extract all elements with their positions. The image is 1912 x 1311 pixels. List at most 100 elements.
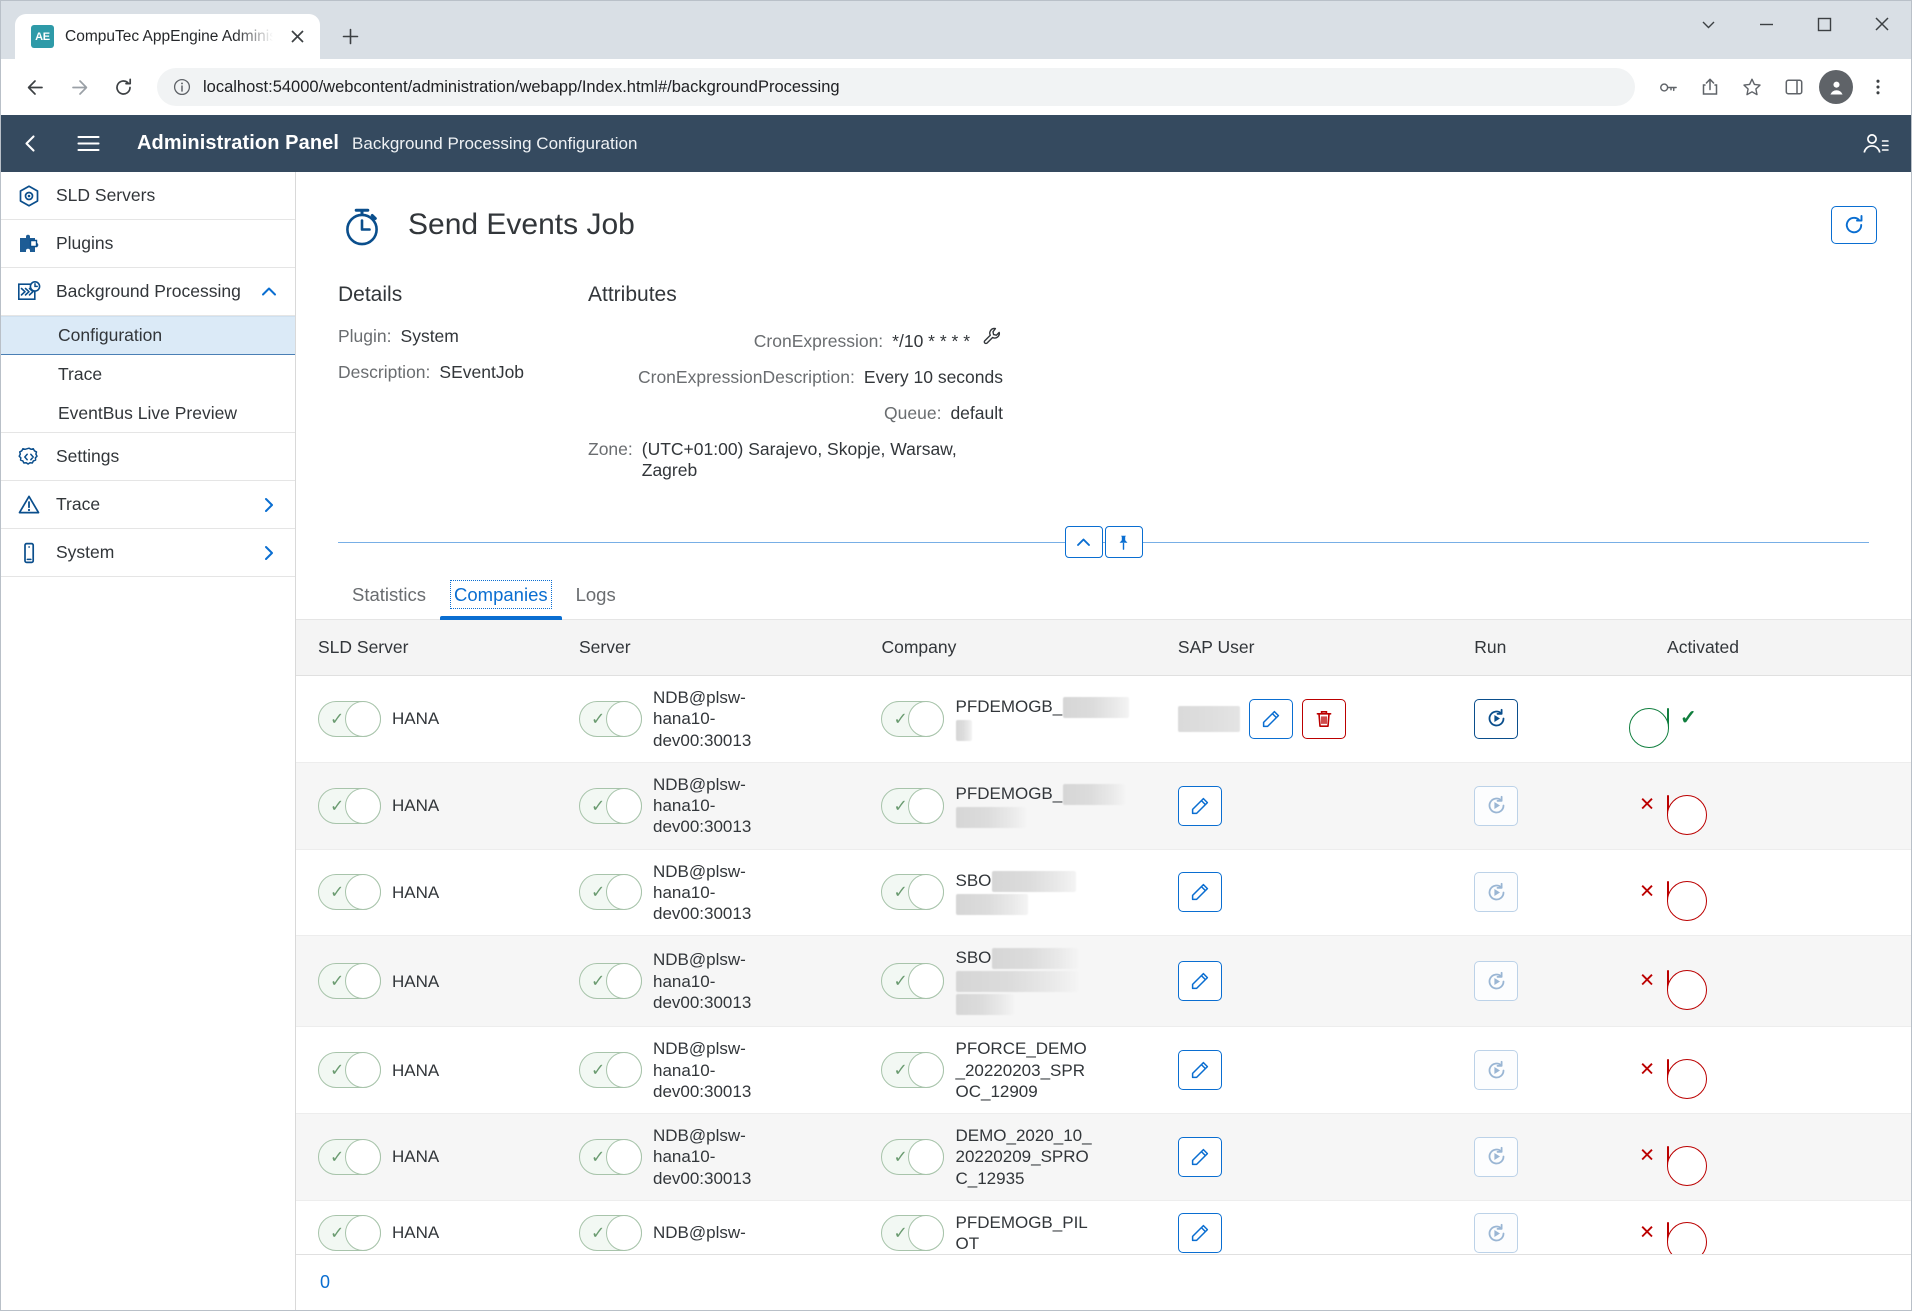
table-row[interactable]: ✓ HANA ✓ NDB@plsw-hana10-dev00:30013: [296, 676, 1911, 763]
edit-button[interactable]: [1178, 1213, 1222, 1253]
sidebar-item-system[interactable]: System: [1, 529, 295, 577]
hamburger-icon[interactable]: [59, 115, 117, 172]
key-icon[interactable]: [1649, 68, 1687, 106]
activated-toggle[interactable]: ✕: [1667, 970, 1669, 991]
run-button[interactable]: [1474, 1050, 1518, 1090]
activated-toggle[interactable]: ✕: [1667, 795, 1669, 816]
sidebar-item-background-processing[interactable]: Background Processing: [1, 268, 295, 316]
tab-title: CompuTec AppEngine Administra: [65, 28, 273, 46]
table-row[interactable]: ✓ HANA ✓ NDB@plsw-hana10-dev00:30013: [296, 936, 1911, 1027]
sidebar-item-plugins[interactable]: Plugins: [1, 220, 295, 268]
run-button[interactable]: [1474, 872, 1518, 912]
star-icon[interactable]: [1733, 68, 1771, 106]
profile-icon[interactable]: [1819, 70, 1853, 104]
wrench-icon[interactable]: [982, 326, 1003, 347]
company-toggle[interactable]: ✓: [881, 1052, 944, 1088]
tab-companies[interactable]: Companies: [440, 584, 562, 619]
sidebar-item-trace-sub[interactable]: Trace: [1, 355, 295, 394]
sidepanel-icon[interactable]: [1775, 68, 1813, 106]
chevron-down-icon[interactable]: [1679, 1, 1737, 47]
sidebar-item-trace[interactable]: Trace: [1, 481, 295, 529]
table-row[interactable]: ✓ HANA ✓ NDB@plsw-hana10-dev00:30013: [296, 849, 1911, 936]
app-back-icon[interactable]: [1, 115, 59, 172]
run-button[interactable]: [1474, 961, 1518, 1001]
collapse-button[interactable]: [1065, 526, 1103, 558]
run-button[interactable]: [1474, 699, 1518, 739]
user-settings-icon[interactable]: [1862, 132, 1889, 155]
edit-button[interactable]: [1249, 699, 1293, 739]
server-toggle[interactable]: ✓: [579, 1052, 642, 1088]
server-toggle[interactable]: ✓: [579, 1215, 642, 1251]
server-toggle[interactable]: ✓: [579, 701, 642, 737]
minimize-icon[interactable]: [1737, 1, 1795, 47]
company-toggle[interactable]: ✓: [881, 788, 944, 824]
chevron-right-icon[interactable]: [259, 543, 279, 563]
back-icon[interactable]: [15, 67, 55, 107]
sld-toggle[interactable]: ✓: [318, 1052, 381, 1088]
table-row[interactable]: ✓ HANA ✓ NDB@plsw-hana10-dev00:30013: [296, 1027, 1911, 1114]
browser-menu-icon[interactable]: [1859, 68, 1897, 106]
sld-toggle[interactable]: ✓: [318, 963, 381, 999]
activated-toggle[interactable]: ✕: [1667, 881, 1669, 902]
new-tab-button[interactable]: [332, 18, 368, 54]
delete-button[interactable]: [1302, 699, 1346, 739]
run-button[interactable]: [1474, 1137, 1518, 1177]
chevron-right-icon[interactable]: [259, 495, 279, 515]
table-row[interactable]: ✓ HANA ✓ NDB@plsw-hana10-dev00:30013: [296, 1114, 1911, 1201]
server-toggle[interactable]: ✓: [579, 874, 642, 910]
maximize-icon[interactable]: [1795, 1, 1853, 47]
edit-button[interactable]: [1178, 1050, 1222, 1090]
refresh-button[interactable]: [1831, 206, 1877, 244]
run-button[interactable]: [1474, 1213, 1518, 1253]
edit-button[interactable]: [1178, 872, 1222, 912]
address-bar[interactable]: localhost:54000/webcontent/administratio…: [157, 68, 1635, 106]
company-toggle[interactable]: ✓: [881, 1139, 944, 1175]
server-toggle[interactable]: ✓: [579, 788, 642, 824]
server-toggle[interactable]: ✓: [579, 1139, 642, 1175]
company-value: PFORCE_DEMO_20220203_SPROC_12909: [955, 1038, 1095, 1102]
forward-icon[interactable]: [59, 67, 99, 107]
sidebar-item-label: SLD Servers: [56, 185, 279, 206]
sidebar-item-sld-servers[interactable]: SLD Servers: [1, 172, 295, 220]
company-toggle[interactable]: ✓: [881, 1215, 944, 1251]
column-header-run[interactable]: Run: [1474, 620, 1667, 676]
table-row[interactable]: ✓ HANA ✓ NDB@plsw-hana10-dev00:30013: [296, 762, 1911, 849]
column-header-sap-user[interactable]: SAP User: [1178, 620, 1474, 676]
browser-tab[interactable]: AE CompuTec AppEngine Administra: [15, 14, 320, 59]
company-toggle[interactable]: ✓: [881, 963, 944, 999]
activated-toggle[interactable]: ✕: [1667, 1146, 1669, 1167]
run-button[interactable]: [1474, 786, 1518, 826]
share-icon[interactable]: [1691, 68, 1729, 106]
tab-logs[interactable]: Logs: [562, 584, 630, 619]
table-row[interactable]: ✓ HANA ✓ NDB@plsw-: [296, 1200, 1911, 1254]
close-icon[interactable]: [1853, 1, 1911, 47]
system-icon: [16, 541, 42, 565]
sidebar-item-eventbus-live-preview[interactable]: EventBus Live Preview: [1, 394, 295, 433]
site-info-icon[interactable]: [173, 78, 191, 96]
sidebar-item-configuration[interactable]: Configuration: [1, 316, 295, 355]
chevron-up-icon[interactable]: [259, 282, 279, 302]
company-toggle[interactable]: ✓: [881, 874, 944, 910]
edit-button[interactable]: [1178, 786, 1222, 826]
edit-button[interactable]: [1178, 1137, 1222, 1177]
sld-toggle[interactable]: ✓: [318, 1139, 381, 1175]
tab-statistics[interactable]: Statistics: [338, 584, 440, 619]
activated-toggle[interactable]: ✓: [1667, 708, 1669, 729]
tab-close-icon[interactable]: [284, 24, 310, 50]
activated-toggle[interactable]: ✕: [1667, 1059, 1669, 1080]
column-header-sld-server[interactable]: SLD Server: [296, 620, 579, 676]
sld-toggle[interactable]: ✓: [318, 701, 381, 737]
sidebar-item-settings[interactable]: Settings: [1, 433, 295, 481]
column-header-company[interactable]: Company: [881, 620, 1177, 676]
sld-toggle[interactable]: ✓: [318, 1215, 381, 1251]
sld-toggle[interactable]: ✓: [318, 874, 381, 910]
pin-icon[interactable]: [1105, 526, 1143, 558]
company-toggle[interactable]: ✓: [881, 701, 944, 737]
edit-button[interactable]: [1178, 961, 1222, 1001]
column-header-activated[interactable]: Activated: [1667, 620, 1911, 676]
column-header-server[interactable]: Server: [579, 620, 882, 676]
activated-toggle[interactable]: ✕: [1667, 1222, 1669, 1243]
reload-icon[interactable]: [103, 67, 143, 107]
sld-toggle[interactable]: ✓: [318, 788, 381, 824]
server-toggle[interactable]: ✓: [579, 963, 642, 999]
